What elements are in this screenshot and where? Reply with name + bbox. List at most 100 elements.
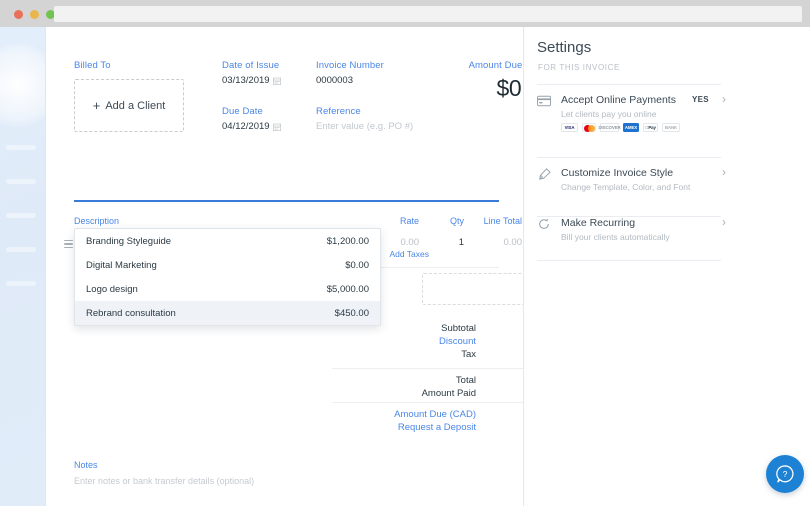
calendar-icon (272, 123, 281, 131)
settings-panel: Settings FOR THIS INVOICE Accept Online … (524, 27, 810, 506)
notes-section: Notes Enter notes or bank transfer detai… (74, 460, 374, 486)
amount-due-row: Amount Due (CAD) $0.00 (316, 409, 523, 422)
billed-to-label: Billed To (74, 60, 111, 71)
settings-item-accept-online-payments[interactable]: Accept Online Payments YES › Let clients… (537, 93, 727, 142)
discount-link[interactable]: Discount (439, 336, 476, 347)
chevron-right-icon[interactable]: › (722, 216, 726, 228)
settings-divider (537, 260, 721, 261)
browser-chrome (0, 0, 810, 27)
sidebar-ghost-item (6, 145, 36, 150)
dropdown-option-price: $5,000.00 (326, 283, 369, 295)
column-header-line-total: Line Total (483, 216, 522, 226)
item-qty-value[interactable]: 1 (429, 237, 464, 248)
dropdown-option-price: $1,200.00 (326, 235, 369, 247)
settings-item-customize-invoice-style[interactable]: Customize Invoice Style › Change Templat… (537, 166, 727, 201)
dropdown-option-name: Branding Styleguide (86, 235, 172, 247)
settings-divider (537, 84, 721, 85)
paintbrush-icon (539, 168, 551, 180)
close-window-button[interactable] (14, 10, 23, 19)
amex-icon: AMEX (623, 123, 639, 132)
settings-item-title: Accept Online Payments (561, 94, 676, 106)
column-header-rate: Rate (399, 216, 419, 226)
credit-card-icon (537, 95, 551, 107)
notes-input[interactable]: Enter notes or bank transfer details (op… (74, 476, 374, 486)
sidebar-ghost-item (6, 179, 36, 184)
dropdown-option-price: $450.00 (334, 307, 369, 319)
sidebar-ghost-item (6, 213, 36, 218)
dropdown-option-name: Rebrand consultation (86, 307, 176, 319)
settings-item-desc: Change Template, Color, and Font (561, 182, 691, 192)
calendar-icon (272, 77, 281, 85)
reference-input[interactable]: Enter value (e.g. PO #) (316, 120, 436, 133)
bank-icon: BANK (662, 123, 680, 132)
dropdown-option-highlighted[interactable]: Rebrand consultation $450.00 (75, 301, 380, 325)
apple-pay-icon: Pay (643, 123, 658, 132)
settings-divider (537, 157, 721, 158)
svg-text:?: ? (783, 469, 788, 479)
reference-group: Invoice Number 0000003 Reference Enter v… (316, 60, 436, 133)
column-header-qty: Qty (449, 216, 464, 226)
window-traffic-lights (14, 10, 55, 19)
request-deposit-row[interactable]: Request a Deposit (316, 422, 523, 435)
dropdown-option-name: Digital Marketing (86, 259, 157, 271)
amount-due-summary-label: Amount Due (CAD) (394, 409, 476, 420)
item-autocomplete-dropdown[interactable]: Branding Styleguide $1,200.00 Digital Ma… (74, 228, 381, 326)
date-of-issue-value: 03/13/2019 (222, 75, 270, 86)
accepted-cards-row: VISA DISCOVER AMEX Pay BANK (561, 123, 680, 132)
settings-item-title: Customize Invoice Style (561, 167, 674, 179)
invoice-number-value[interactable]: 0000003 (316, 74, 436, 87)
sidebar-ghost-item (6, 247, 36, 252)
amount-paid-label: Amount Paid (421, 388, 476, 399)
mastercard-icon (582, 123, 596, 132)
column-header-description: Description (74, 216, 120, 226)
tax-label: Tax (461, 349, 476, 360)
due-date-label: Due Date (222, 106, 263, 117)
amount-due-label: Amount Due (CAD) (468, 60, 523, 71)
add-client-button[interactable]: + Add a Client (74, 79, 184, 132)
request-deposit-link[interactable]: Request a Deposit (398, 422, 476, 433)
invoice-number-label: Invoice Number (316, 60, 384, 71)
accept-payments-status-badge: YES (692, 95, 709, 104)
chevron-right-icon[interactable]: › (722, 166, 726, 178)
refresh-icon (539, 218, 549, 229)
date-of-issue-field[interactable]: 03/13/2019 (222, 74, 317, 87)
plus-icon: + (92, 98, 101, 113)
due-date-field[interactable]: 04/12/2019 (222, 120, 317, 133)
help-button[interactable]: ? (766, 455, 804, 493)
drag-handle-icon[interactable] (64, 240, 73, 248)
billed-to-group: Billed To + Add a Client (74, 60, 214, 132)
add-line-item-dropzone[interactable] (422, 273, 523, 305)
settings-subtitle: FOR THIS INVOICE (538, 63, 620, 72)
totals-divider-two (332, 402, 523, 403)
sidebar-ghost-item (6, 281, 36, 286)
address-bar[interactable] (54, 6, 802, 22)
dropdown-option-name: Logo design (86, 283, 138, 295)
add-client-label: Add a Client (105, 99, 166, 112)
invoice-header: Billed To + Add a Client Date of Issue 0… (74, 60, 523, 160)
minimize-window-button[interactable] (30, 10, 39, 19)
discover-icon: DISCOVER (598, 123, 621, 132)
amount-paid-row: Amount Paid 0.00 (316, 388, 523, 401)
total-label: Total (455, 375, 476, 386)
due-date-value: 04/12/2019 (222, 121, 270, 132)
amount-due-summary: Amount Due (CAD) $0.00 Request a Deposit (316, 409, 523, 435)
discount-row[interactable]: Discount (316, 336, 523, 349)
dropdown-option[interactable]: Digital Marketing $0.00 (75, 253, 380, 277)
visa-icon: VISA (561, 123, 578, 132)
reference-label: Reference (316, 106, 361, 117)
item-line-total-value: 0.00 (503, 237, 523, 248)
settings-item-title: Make Recurring (561, 217, 636, 229)
dates-group: Date of Issue 03/13/2019 Due Date 04/12/… (222, 60, 317, 133)
settings-title: Settings (537, 39, 592, 56)
amount-due-group: Amount Due (CAD) $0.00 (434, 60, 523, 102)
chevron-right-icon[interactable]: › (722, 93, 726, 105)
app-sidebar[interactable] (0, 27, 45, 506)
notes-label: Notes (74, 460, 98, 470)
totals-divider (332, 368, 523, 369)
total-row: Total 0.00 (316, 375, 523, 388)
settings-item-make-recurring[interactable]: Make Recurring › Bill your clients autom… (537, 216, 727, 251)
header-divider-rule (74, 200, 499, 202)
dropdown-option[interactable]: Branding Styleguide $1,200.00 (75, 229, 380, 253)
tax-row: Tax 0.00 (316, 349, 523, 362)
dropdown-option[interactable]: Logo design $5,000.00 (75, 277, 380, 301)
